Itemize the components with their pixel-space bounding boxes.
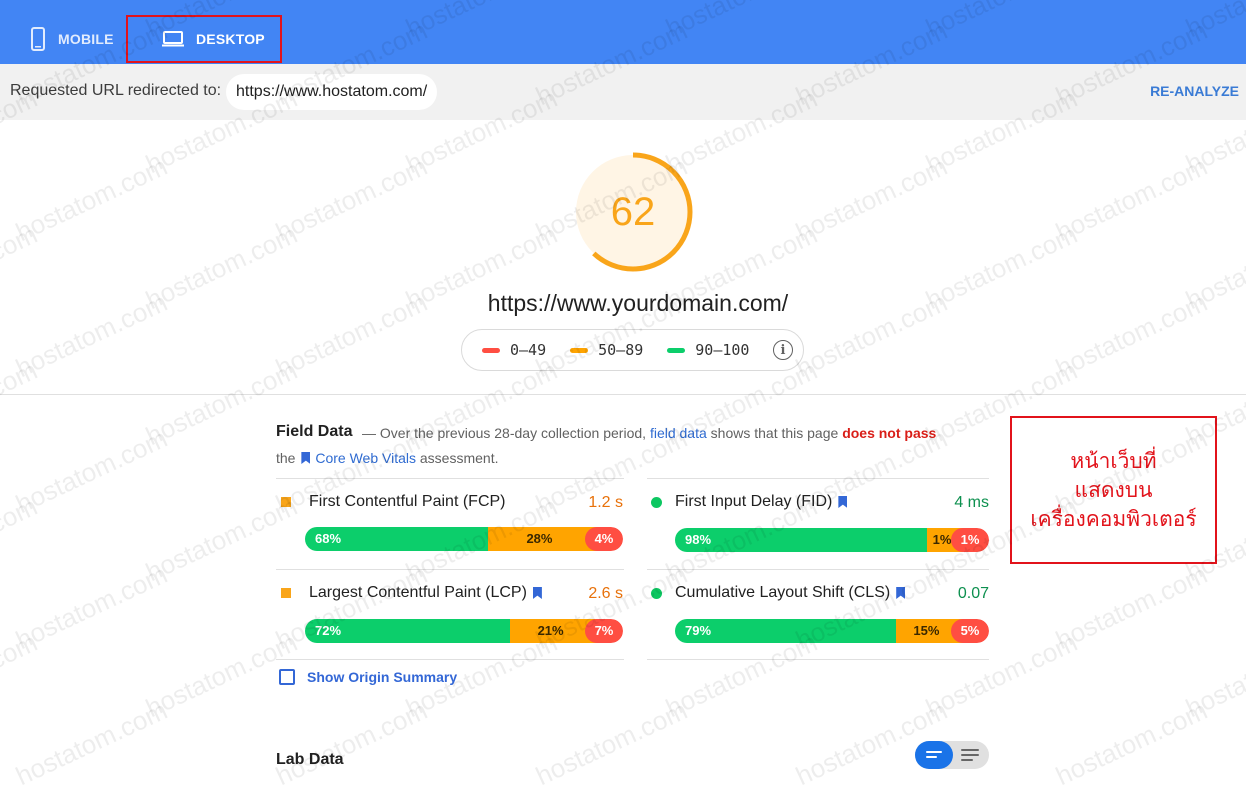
metric-separator <box>647 478 989 479</box>
legend-item-fail: 0–49 <box>482 341 546 359</box>
desc-text: assessment. <box>419 450 499 466</box>
metric-value: 2.6 s <box>588 585 623 602</box>
desc-text: the <box>276 450 296 466</box>
metric-name: First Contentful Paint (FCP) <box>309 493 506 510</box>
legend-label: 90–100 <box>695 341 750 359</box>
core-web-vitals-link[interactable]: Core Web Vitals <box>315 450 416 466</box>
legend-swatch <box>570 347 589 353</box>
bar-good: 98% <box>675 528 939 552</box>
metric-separator <box>647 569 989 570</box>
bar-good: 79% <box>675 619 908 643</box>
phone-icon <box>31 27 45 51</box>
metric-cls: Cumulative Layout Shift (CLS) <box>651 584 910 602</box>
bar-average: 21% <box>510 619 597 643</box>
view-toggle[interactable] <box>915 741 989 769</box>
legend-label: 50–89 <box>598 341 644 359</box>
watermark-text: hostatom.com <box>11 694 172 789</box>
desc-text: — Over the previous 28-day collection pe… <box>362 425 647 441</box>
field-data-title: Field Data <box>276 423 353 440</box>
field-data-description: — Over the previous 28-day collection pe… <box>362 425 936 441</box>
bar-good: 72% <box>305 619 523 643</box>
watermark-text: hostatom.com <box>0 490 42 588</box>
bar-good: 68% <box>305 527 500 551</box>
metric-name: First Input Delay (FID) <box>675 493 833 510</box>
redirect-label: Requested URL redirected to: <box>10 82 222 99</box>
tab-mobile-label: MOBILE <box>58 31 114 47</box>
watermark-text: hostatom.com <box>1051 558 1212 656</box>
average-square-icon <box>281 588 291 598</box>
line <box>926 751 942 753</box>
watermark-text: hostatom.com <box>11 150 172 248</box>
distribution-bar: 72% 21% 7% <box>305 619 623 643</box>
metric-separator <box>276 569 624 570</box>
metric-value: 1.2 s <box>588 494 623 511</box>
watermark-text: hostatom.com <box>0 354 42 452</box>
distribution-bar: 68% 28% 4% <box>305 527 623 551</box>
line <box>926 756 937 758</box>
assessment-result: does not pass <box>842 425 937 441</box>
average-square-icon <box>281 497 291 507</box>
show-origin-label: Show Origin Summary <box>307 669 458 685</box>
watermark-text: hostatom.com <box>11 422 172 520</box>
url-bar: Requested URL redirected to: https://www… <box>0 64 1246 120</box>
bar-poor: 7% <box>584 619 623 643</box>
bookmark-icon <box>838 496 848 508</box>
watermark-text: hostatom.com <box>141 490 302 588</box>
analyzed-url: https://www.yourdomain.com/ <box>487 290 789 316</box>
metric-name: Cumulative Layout Shift (CLS) <box>675 584 891 601</box>
distribution-bar: 79% 15% 5% <box>675 619 989 643</box>
bar-poor: 1% <box>951 528 989 552</box>
distribution-bar: 98% 1% 1% <box>675 528 989 552</box>
compact-view-button[interactable] <box>915 741 953 769</box>
legend-swatch <box>482 347 500 353</box>
bar-poor: 4% <box>584 527 623 551</box>
redirect-url: https://www.hostatom.com/ <box>226 74 438 110</box>
annotation-box: หน้าเว็บที่ แสดงบน เครื่องคอมพิวเตอร์ <box>1010 416 1217 564</box>
bar-poor: 5% <box>950 619 989 643</box>
watermark-text: hostatom.com <box>11 558 172 656</box>
watermark-text: hostatom.com <box>1051 694 1212 789</box>
desktop-tab-highlight-box <box>126 15 282 63</box>
watermark-text: hostatom.com <box>1051 150 1212 248</box>
desc-text: shows that this page <box>710 425 839 441</box>
watermark-text: hostatom.com <box>271 694 432 789</box>
watermark-text: hostatom.com <box>791 150 952 248</box>
watermark-text: hostatom.com <box>0 626 42 724</box>
section-divider <box>0 394 1246 395</box>
legend-label: 0–49 <box>510 341 547 359</box>
good-dot-icon <box>651 496 662 508</box>
performance-score: 62 <box>610 189 656 234</box>
checkbox-icon <box>279 669 295 685</box>
tab-mobile[interactable]: MOBILE <box>30 16 114 62</box>
watermark-text: hostatom.com <box>531 694 692 789</box>
legend-item-average: 50–89 <box>570 341 643 359</box>
metric-fid: First Input Delay (FID) <box>651 493 852 511</box>
metric-separator <box>276 659 624 660</box>
score-legend: 0–49 50–89 90–100 i <box>461 329 804 371</box>
metric-name: Largest Contentful Paint (LCP) <box>309 584 527 601</box>
bookmark-icon <box>301 452 311 464</box>
watermark-text: hostatom.com <box>1181 626 1246 724</box>
legend-swatch <box>667 347 686 353</box>
metric-separator <box>276 478 624 479</box>
field-data-link[interactable]: field data <box>650 425 707 441</box>
field-data-description-line2: the Core Web Vitals assessment. <box>276 450 498 466</box>
legend-item-pass: 90–100 <box>667 341 749 359</box>
metric-separator <box>647 659 989 660</box>
metric-lcp: Largest Contentful Paint (LCP) <box>281 584 547 602</box>
good-dot-icon <box>651 587 662 599</box>
metric-value: 4 ms <box>954 494 989 511</box>
lab-data-title: Lab Data <box>276 751 344 768</box>
metric-value: 0.07 <box>957 585 989 602</box>
reanalyze-button[interactable]: RE-ANALYZE <box>1150 83 1239 99</box>
show-origin-summary-checkbox[interactable]: Show Origin Summary <box>279 669 457 685</box>
watermark-text: hostatom.com <box>271 150 432 248</box>
bar-average: 28% <box>487 527 597 551</box>
metric-fcp: First Contentful Paint (FCP) <box>281 493 506 511</box>
info-icon[interactable]: i <box>773 340 793 360</box>
